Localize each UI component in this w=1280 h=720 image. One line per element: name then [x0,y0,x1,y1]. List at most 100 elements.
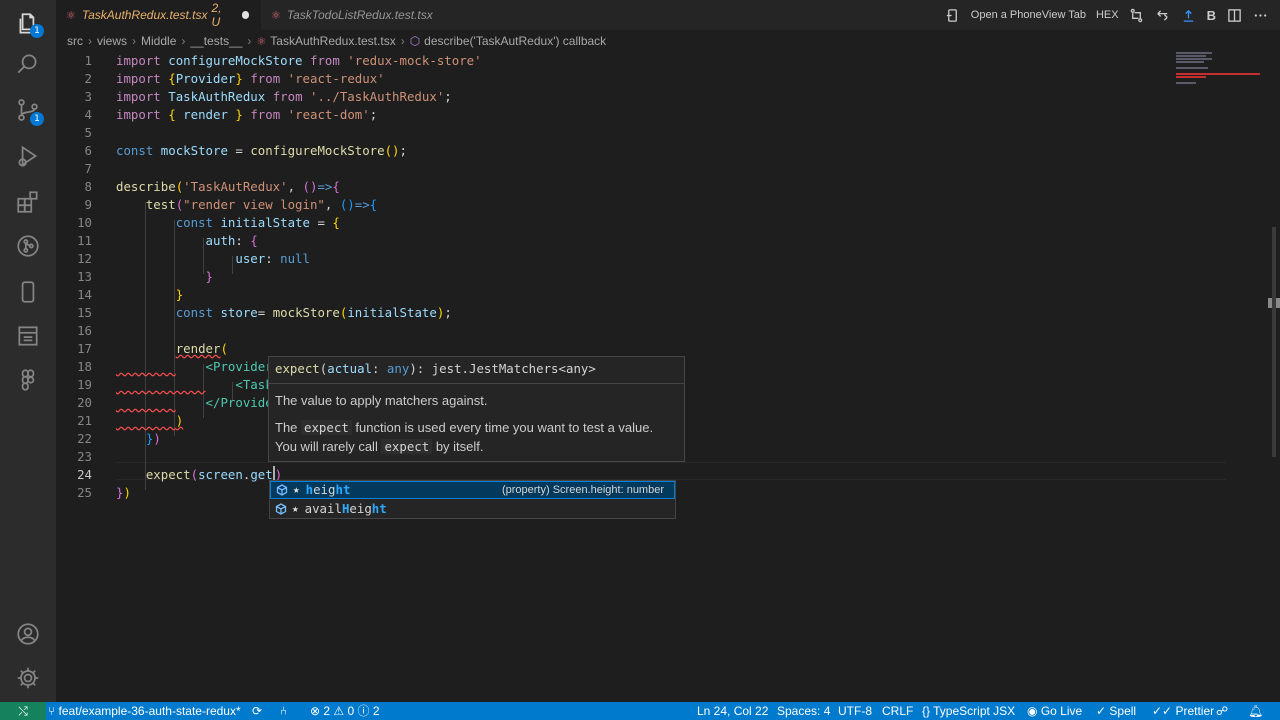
activity-bar: 1 1 [0,0,56,702]
keyword: const [175,215,213,230]
function-call: render [175,341,221,356]
line-number-text: 11 [77,233,92,248]
line-number-text: 7 [84,161,92,176]
tab-task-todo-list-redux-test[interactable]: ⚛ TaskTodoListRedux.test.tsx [261,0,441,30]
identifier: TaskAuthRedux [168,89,266,104]
go-live-button[interactable]: ◉ Go Live [1027,702,1082,720]
spell-check-button[interactable]: ✓ Spell [1096,702,1136,720]
git-branch-icon: ⑂ [48,704,59,718]
breadcrumb-src[interactable]: src [67,34,83,48]
remote-indicator[interactable]: ⤭ [0,702,46,720]
settings-gear-icon[interactable] [0,656,56,700]
identifier: auth [205,233,236,248]
breadcrumb-symbol[interactable]: describe('TaskAutRedux') callback [424,34,606,48]
line-number-text: 5 [84,125,92,140]
feedback-icon[interactable]: ☍ [1216,702,1228,720]
identifier: Provider [175,71,236,86]
phoneview-icon[interactable] [945,7,961,23]
info-icon: ⓘ [357,704,373,718]
current-line-highlight [116,462,1226,480]
publish-icon[interactable] [1181,7,1197,23]
line-number-text: 10 [77,215,92,230]
tab-task-auth-redux-test[interactable]: ⚛ TaskAuthRedux.test.tsx 2, U [56,0,261,30]
breadcrumb-views[interactable]: views [97,34,127,48]
git-graph-icon[interactable] [0,224,56,268]
encoding[interactable]: UTF-8 [838,702,872,720]
figma-icon[interactable] [0,358,56,402]
breadcrumb: src › views › Middle › __tests__ › ⚛ Tas… [56,30,1280,52]
explorer-icon[interactable]: 1 [0,2,56,46]
keyword: import [116,53,161,68]
cursor-position[interactable]: Ln 24, Col 22 [697,702,768,720]
minimap[interactable] [1176,52,1260,92]
more-actions-icon[interactable] [1252,7,1268,23]
string: 'redux-mock-store' [347,53,482,68]
error-icon: ⊗ [310,704,324,718]
remote-icon: ⤭ [18,703,28,718]
search-icon[interactable] [0,42,56,86]
git-graph-status-icon[interactable]: ⑃ [280,702,287,720]
suggestion-label: height [305,482,351,497]
suggestion-item-height[interactable]: ★ height (property) Screen.height: numbe… [270,481,675,499]
tab-status: 2, U [211,1,222,29]
end-of-line[interactable]: CRLF [882,702,913,720]
line-number-text: 21 [77,413,92,428]
editor-scrollbar[interactable] [1266,52,1280,702]
chevron-right-icon: › [132,34,137,48]
keyword: const [116,143,154,158]
branch-indicator[interactable]: ⑂ feat/example-36-auth-state-redux* [48,702,241,720]
line-number-text: 4 [84,107,92,122]
function-symbol-icon: ⬡ [409,34,421,48]
suggestion-label: availHeight [304,501,387,516]
broadcast-icon: ◉ [1027,704,1041,718]
hover-description: The value to apply matchers against. [275,393,488,408]
suggestion-detail: (property) Screen.height: number [501,484,664,496]
function-call: expect [145,467,191,482]
open-changes-icon[interactable] [1155,7,1171,23]
language-mode[interactable]: {} TypeScript JSX [922,702,1015,720]
braces-icon: {} [922,704,934,718]
string: 'TaskAutRedux' [183,179,288,194]
source-control-icon[interactable]: 1 [0,88,56,132]
compare-changes-icon[interactable] [1129,7,1145,23]
notifications-bell-icon[interactable]: 🔔︎ [1248,702,1263,720]
breadcrumb-tests[interactable]: __tests__ [190,34,242,48]
bookmark-b-button[interactable]: B [1207,8,1216,23]
breadcrumb-file[interactable]: TaskAuthRedux.test.tsx [270,34,395,48]
jsx-tag: </Provide [205,395,273,410]
prettier-button[interactable]: ✓✓ Prettier [1152,702,1214,720]
identifier: initialState [347,305,437,320]
phone-icon[interactable] [0,270,56,314]
literal: null [280,251,310,266]
hex-button[interactable]: HEX [1096,9,1119,21]
suggestion-item-avail-height[interactable]: ★ availHeight [270,500,675,518]
remote-explorer-icon[interactable] [0,314,56,358]
breadcrumb-middle[interactable]: Middle [141,34,176,48]
line-number-text: 20 [77,395,92,410]
identifier: store [220,305,258,320]
extensions-icon[interactable] [0,180,56,224]
source-control-badge: 1 [30,112,44,126]
star-icon: ★ [292,502,299,515]
line-number-text: 12 [77,251,92,266]
react-icon: ⚛ [256,35,267,48]
problems-indicator[interactable]: ⊗ 2 ⚠ 0 ⓘ 2 [310,702,380,720]
sync-icon[interactable]: ⟳ [252,702,262,720]
indentation[interactable]: Spaces: 4 [777,702,830,720]
chevron-right-icon: › [181,34,186,48]
property-icon [274,502,288,516]
editor-actions: Open a PhoneView Tab HEX B [945,0,1280,30]
keyword: from [272,89,303,104]
open-phoneview-tab-button[interactable]: Open a PhoneView Tab [971,9,1086,21]
split-editor-icon[interactable] [1226,7,1242,23]
line-number-text: 14 [77,287,92,302]
keyword: import [116,107,161,122]
keyword: from [250,71,281,86]
unsaved-dot-icon[interactable] [241,11,249,19]
keyword: from [250,107,281,122]
run-debug-icon[interactable] [0,134,56,178]
account-icon[interactable] [0,612,56,656]
identifier: screen [198,467,243,482]
identifier: configureMockStore [168,53,303,68]
line-number-text: 2 [84,71,92,86]
